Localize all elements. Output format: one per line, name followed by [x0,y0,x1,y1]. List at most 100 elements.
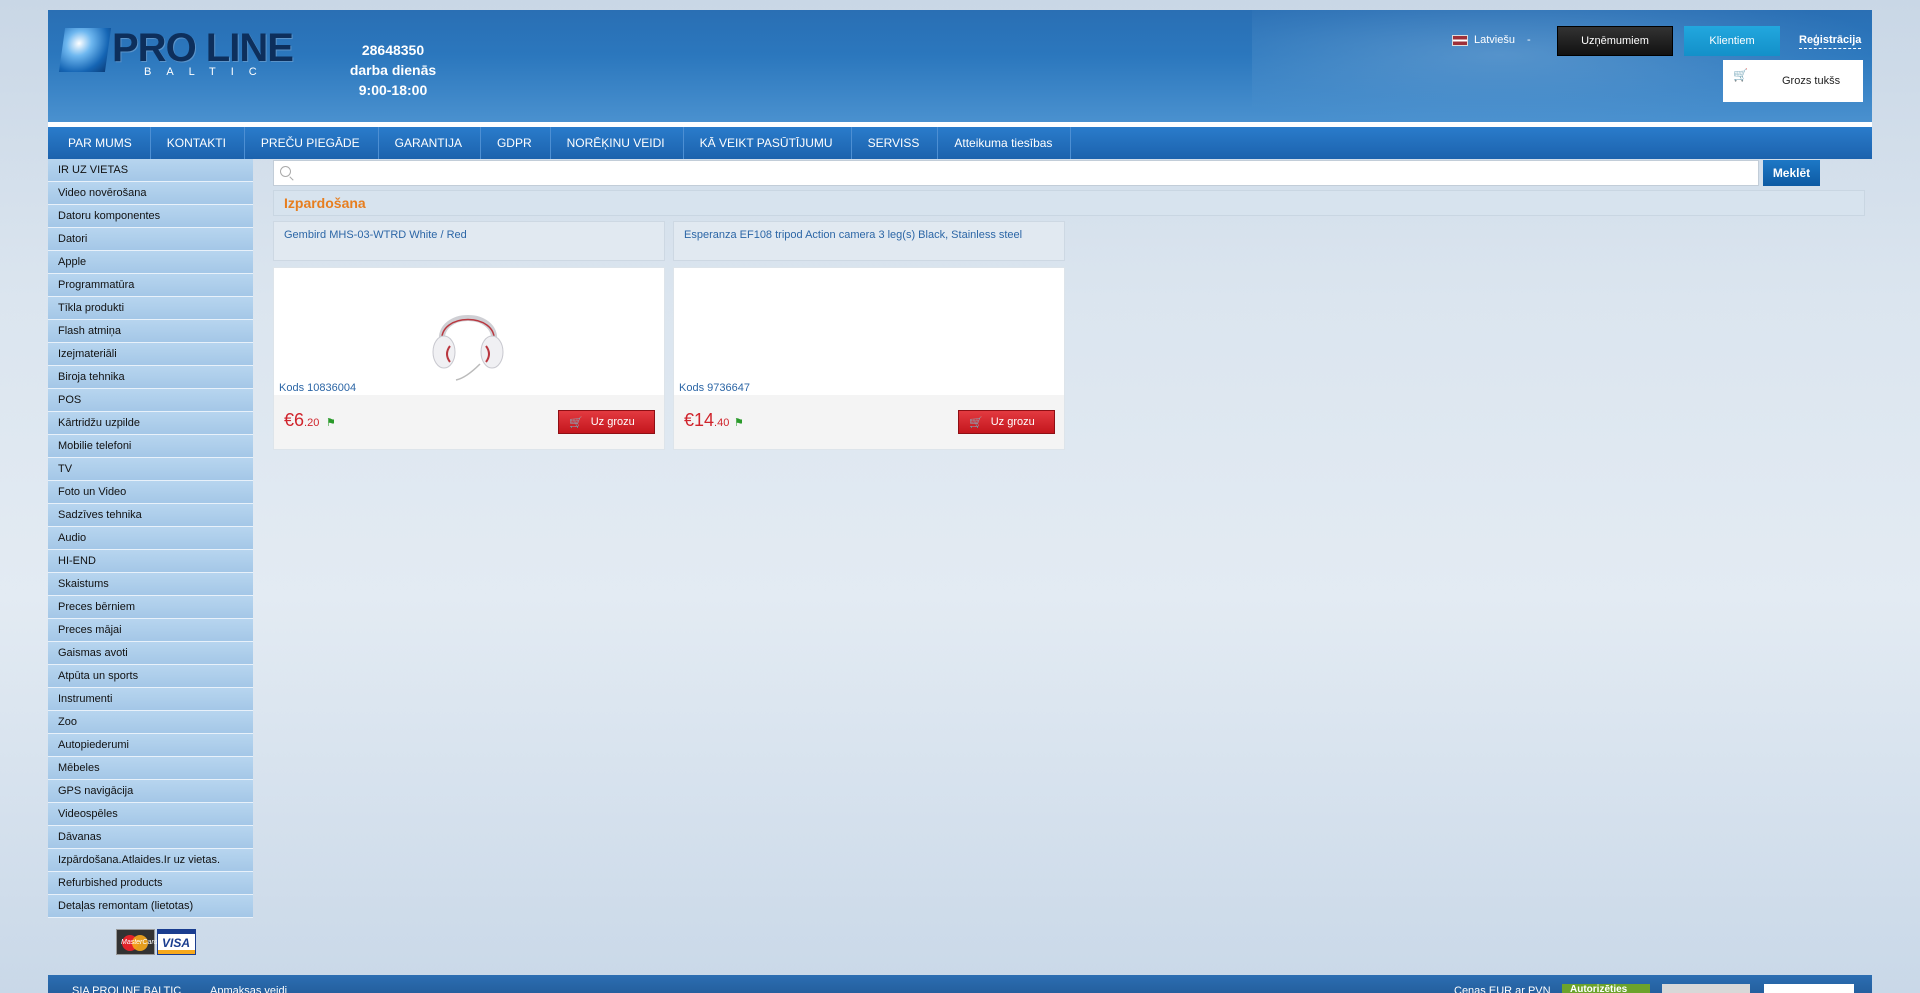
cart-icon: 🛒 [569,416,583,429]
cart-widget[interactable]: 🛒 Grozs tukšs [1723,60,1863,102]
sidebar-category-item[interactable]: Audio [48,527,253,550]
cart-status: Grozs tukšs [1782,75,1841,87]
product-price: €14.40 [684,410,729,431]
nav-item[interactable]: KONTAKTI [151,127,245,159]
sidebar-category-item[interactable]: Mēbeles [48,757,253,780]
sidebar-category-item[interactable]: Sadzīves tehnika [48,504,253,527]
product-code: Kods 10836004 [279,382,357,394]
sidebar-category-item[interactable]: Izpārdošana.Atlaides.Ir uz vietas. [48,849,253,872]
site-logo[interactable]: PRO LINE BALTIC [58,26,312,78]
mastercard-icon: MasterCard [116,929,158,955]
price-cents: .40 [714,417,730,429]
latvia-flag-icon [1452,34,1468,46]
sidebar-category-item[interactable]: Preces bērniem [48,596,253,619]
product-body: Kods 9736647 €14.40 ⚑ 🛒 Uz grozu [673,267,1065,450]
sidebar-category-item[interactable]: Autopiederumi [48,734,253,757]
language-label: Latviešu [1474,34,1515,46]
search-row: Meklēt [273,160,1865,186]
sidebar-category-item[interactable]: Biroja tehnika [48,366,253,389]
sidebar-category-item[interactable]: Datori [48,228,253,251]
sidebar-category-item[interactable]: Detaļas remontam (lietotas) [48,895,253,918]
search-icon [280,166,291,177]
site-footer: SIA PROLINE BALTIC Apmaksas veidi Cenas … [48,975,1872,993]
product-name[interactable]: Esperanza EF108 tripod Action camera 3 l… [684,229,1022,241]
search-button[interactable]: Meklēt [1763,160,1820,186]
product-card: Gembird MHS-03-WTRD White / Red Kods 108… [273,221,665,450]
sidebar-category-item[interactable]: GPS navigācija [48,780,253,803]
sidebar-category-item[interactable]: HI-END [48,550,253,573]
sidebar-category-item[interactable]: Datoru komponentes [48,205,253,228]
sidebar-category-item[interactable]: Foto un Video [48,481,253,504]
nav-item[interactable]: NORĒĶINU VEIDI [551,127,684,159]
sidebar-category-item[interactable]: Programmatūra [48,274,253,297]
sidebar-category-item[interactable]: Atpūta un sports [48,665,253,688]
hours-time: 9:00-18:00 [358,82,428,98]
sidebar-category-item[interactable]: Apple [48,251,253,274]
product-name[interactable]: Gembird MHS-03-WTRD White / Red [284,229,467,241]
category-sidebar: IR UZ VIETAS Video novērošana Datoru kompo… [48,159,253,918]
sidebar-category-item[interactable]: Mobilie telefoni [48,435,253,458]
sidebar-category-item[interactable]: IR UZ VIETAS [48,159,253,182]
add-to-cart-button[interactable]: 🛒 Uz grozu [958,410,1055,434]
sidebar-category-item[interactable]: Flash atmiņa [48,320,253,343]
price-cents: .20 [304,417,320,429]
price-main: €14 [684,410,715,430]
sidebar-category-item[interactable]: Instrumenti [48,688,253,711]
sidebar-category-item[interactable]: Preces mājai [48,619,253,642]
search-input[interactable] [294,161,1754,185]
footer-green-button[interactable]: Autorizēties [1562,984,1650,993]
sidebar-category-item[interactable]: POS [48,389,253,412]
visa-icon: VISA [157,929,196,955]
nav-item[interactable]: KĀ VEIKT PASŪTĪJUMU [684,127,852,159]
clients-button[interactable]: Klientiem [1684,26,1780,56]
logo-text: PRO LINE [112,26,294,70]
nav-item[interactable]: PAR MUMS [52,127,151,159]
footer-select-two[interactable] [1764,984,1854,993]
sidebar-category-item[interactable]: Zoo [48,711,253,734]
logo-subtext: BALTIC [144,66,272,78]
sidebar-category-item[interactable]: TV [48,458,253,481]
sidebar-category-item[interactable]: Skaistums [48,573,253,596]
language-selector[interactable]: Latviešu - [1452,34,1531,46]
nav-item[interactable]: SERVISS [852,127,939,159]
search-field[interactable] [273,160,1759,186]
register-link[interactable]: Reģistrācija [1799,34,1862,49]
footer-company-link[interactable]: SIA PROLINE BALTIC [72,985,181,993]
page-wrapper: PRO LINE BALTIC 28648350 darba dienās 9:… [48,10,1872,159]
product-title[interactable]: Esperanza EF108 tripod Action camera 3 l… [673,221,1065,261]
product-price: €6.20 [284,410,319,431]
sidebar-category-item[interactable]: Videospēles [48,803,253,826]
footer-payments-link[interactable]: Apmaksas veidi [210,985,287,993]
nav-item[interactable]: GARANTIJA [379,127,481,159]
sidebar-category-item[interactable]: Video novērošana [48,182,253,205]
companies-button[interactable]: Uzņēmumiem [1557,26,1673,56]
cart-icon: 🛒 [969,416,983,429]
cart-icon: 🛒 [1733,68,1748,82]
footer-select-one[interactable] [1662,984,1750,993]
add-to-cart-button[interactable]: 🛒 Uz grozu [558,410,655,434]
nav-item[interactable]: PREČU PIEGĀDE [245,127,379,159]
sidebar-category-item[interactable]: Dāvanas [48,826,253,849]
contact-hours: 28648350 darba dienās 9:00-18:00 [338,40,448,100]
logo-globe-icon [58,28,112,72]
main-navigation: PAR MUMS KONTAKTI PREČU PIEGĀDE GARANTIJA GD… [48,127,1872,159]
product-footer: €14.40 ⚑ 🛒 Uz grozu [674,395,1064,449]
product-title[interactable]: Gembird MHS-03-WTRD White / Red [273,221,665,261]
sidebar-category-item[interactable]: Tīkla produkti [48,297,253,320]
nav-item[interactable]: Atteikuma tiesības [938,127,1072,159]
product-footer: €6.20 ⚑ 🛒 Uz grozu [274,395,664,449]
price-main: €6 [284,410,305,430]
sidebar-category-item[interactable]: Refurbished products [48,872,253,895]
in-stock-flag-icon: ⚑ [734,417,744,429]
sidebar-category-item[interactable]: Kārtridžu uzpilde [48,412,253,435]
product-code: Kods 9736647 [679,382,750,394]
add-to-cart-label: Uz grozu [590,416,635,428]
sidebar-category-item[interactable]: Gaismas avoti [48,642,253,665]
headphones-image[interactable] [428,290,508,386]
nav-item[interactable]: GDPR [481,127,551,159]
product-body: Kods 10836004 €6.20 ⚑ 🛒 Uz grozu [273,267,665,450]
sidebar-category-item[interactable]: Izejmateriāli [48,343,253,366]
payment-cards: MasterCard VISA [116,929,196,955]
in-stock-flag-icon: ⚑ [326,417,336,429]
add-to-cart-label: Uz grozu [990,416,1035,428]
